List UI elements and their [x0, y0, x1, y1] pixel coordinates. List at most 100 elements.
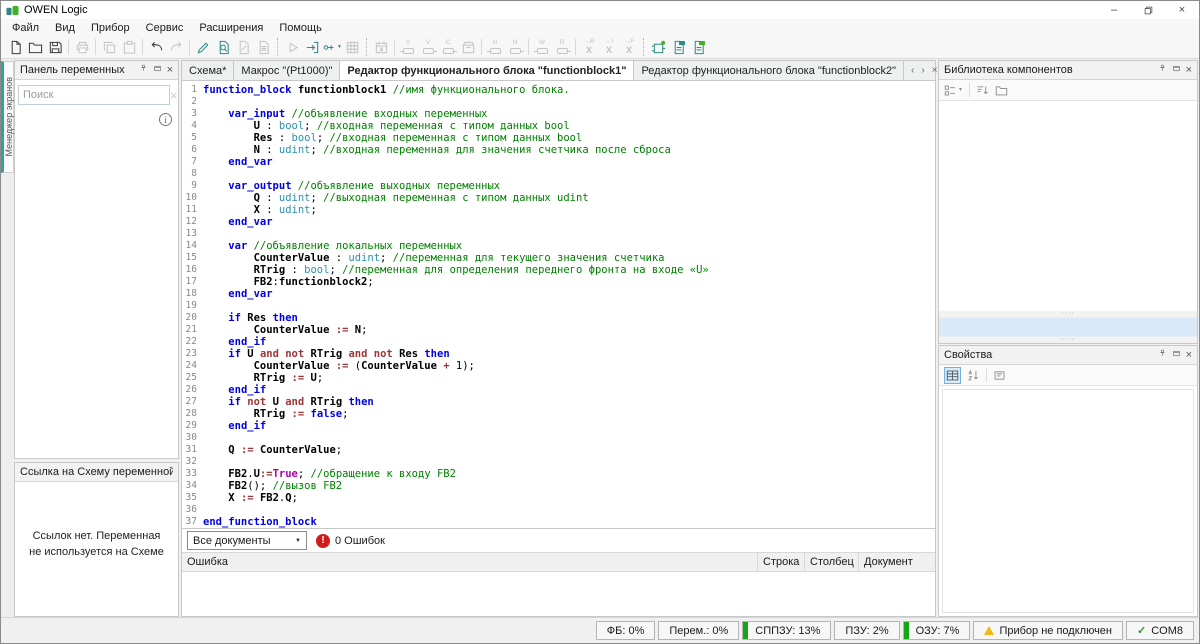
new-project-button[interactable] — [5, 37, 25, 57]
macro-editor-button[interactable] — [688, 37, 708, 57]
right-column: Библиотека компонентов × ▼ — [938, 60, 1198, 617]
close-panel-icon[interactable]: × — [1186, 351, 1192, 360]
scroll-tabs-right-icon[interactable]: › — [921, 65, 924, 76]
code-line: 19 — [182, 300, 935, 312]
status-label: ПЗУ: 2% — [845, 625, 888, 637]
toolbar-separator — [986, 368, 987, 382]
status-com-port[interactable]: ✓COM8 — [1126, 621, 1194, 640]
toolbar-separator — [189, 39, 190, 55]
code-text: CounterValue := (CounterValue + 1); — [200, 360, 475, 372]
line-number: 19 — [182, 300, 200, 312]
code-line: 33 FB2.U:=True; //обращение к входу FB2 — [182, 468, 935, 480]
categorized-view-icon[interactable] — [944, 367, 961, 384]
device-connection-button[interactable]: ▼ — [322, 37, 342, 57]
pin-icon[interactable] — [1158, 349, 1167, 361]
tab-macro-pt1000[interactable]: Макрос "(Pt1000)" — [234, 61, 340, 80]
code-line: 32 — [182, 456, 935, 468]
window-position-icon[interactable] — [1172, 349, 1181, 361]
document-filter-dropdown[interactable]: Все документы ▼ — [187, 531, 307, 550]
new-function-block-button[interactable] — [648, 37, 668, 57]
tab-fb2-editor[interactable]: Редактор функционального блока "function… — [634, 61, 904, 80]
group-by-icon[interactable]: ▼ — [944, 84, 963, 97]
st-code-editor[interactable]: 1function_block functionblock1 //имя фун… — [182, 81, 935, 528]
close-panel-icon[interactable]: × — [1186, 66, 1192, 75]
properties-grid[interactable] — [942, 389, 1194, 613]
properties-toolbar — [939, 365, 1197, 386]
function-block-editor-button[interactable] — [668, 37, 688, 57]
undo-button[interactable] — [146, 37, 166, 57]
print-button — [72, 37, 92, 57]
upload-to-device-button[interactable] — [302, 37, 322, 57]
schema-reference-header: Ссылка на Схему переменной “” — [15, 463, 178, 482]
library-selected-row[interactable] — [939, 317, 1197, 337]
menu-view[interactable]: Вид — [47, 21, 83, 35]
variables-search-input[interactable] — [18, 85, 170, 105]
errors-table-body[interactable] — [182, 572, 935, 616]
window-position-icon[interactable] — [1172, 64, 1181, 76]
errors-column-header[interactable]: Столбец — [805, 553, 859, 571]
sort-alphabetical-icon[interactable] — [967, 369, 980, 382]
edit-document-button — [233, 37, 253, 57]
pin-icon[interactable] — [1158, 64, 1167, 76]
pen-tool-button[interactable] — [193, 37, 213, 57]
menu-file[interactable]: Файл — [4, 21, 47, 35]
errors-panel: Все документы ▼ ! 0 Ошибок ОшибкаСтрокаС… — [182, 528, 935, 616]
errors-column-header[interactable]: Ошибка — [182, 553, 758, 571]
code-line: 18 end_var — [182, 288, 935, 300]
main-toolbar: ▼VVCNNWR→BX→IX→FX — [1, 36, 1199, 59]
close-button[interactable]: × — [1165, 1, 1199, 19]
line-number: 6 — [182, 144, 200, 156]
errors-column-header[interactable]: Документ — [859, 553, 935, 571]
code-line: 4 U : bool; //входная переменная с типом… — [182, 120, 935, 132]
menu-extensions[interactable]: Расширения — [191, 21, 271, 35]
pin-icon[interactable] — [139, 64, 148, 76]
code-text: RTrig : bool; //переменная для определен… — [200, 264, 709, 276]
status-ram-usage: ОЗУ: 7% — [903, 621, 971, 640]
screen-manager-tab[interactable]: Менеджер экранов — [1, 61, 14, 173]
code-line: 12 end_var — [182, 216, 935, 228]
status-label: Прибор не подключен — [999, 625, 1112, 637]
status-bar: ФБ: 0%Перем.: 0%СППЗУ: 13%ПЗУ: 2%ОЗУ: 7%… — [1, 617, 1199, 643]
library-component-list[interactable] — [939, 101, 1197, 311]
close-panel-icon[interactable]: × — [167, 66, 173, 75]
open-project-button[interactable] — [25, 37, 45, 57]
tab-scheme[interactable]: Схема* — [182, 61, 234, 80]
code-line: 28 RTrig := false; — [182, 408, 935, 420]
code-text: FB2.U:=True; //обращение к входу FB2 — [200, 468, 456, 480]
toolbar-separator — [969, 83, 970, 97]
close-tab-icon[interactable]: × — [932, 65, 938, 76]
code-text: var //объявление локальных переменных — [200, 240, 462, 252]
errors-column-header[interactable]: Строка — [758, 553, 805, 571]
tab-fb1-editor[interactable]: Редактор функционального блока "function… — [340, 61, 634, 80]
code-line: 25 RTrig := U; — [182, 372, 935, 384]
errors-table-header: ОшибкаСтрокаСтолбецДокумент — [182, 552, 935, 572]
scroll-tabs-left-icon[interactable]: ‹ — [911, 65, 914, 76]
code-line: 8 — [182, 168, 935, 180]
line-number: 35 — [182, 492, 200, 504]
clear-search-icon[interactable]: × — [170, 85, 178, 105]
code-line: 15 CounterValue : udint; //переменная дл… — [182, 252, 935, 264]
property-pages-icon — [993, 369, 1006, 382]
find-in-document-button[interactable] — [213, 37, 233, 57]
menu-device[interactable]: Прибор — [83, 21, 138, 35]
menu-help[interactable]: Помощь — [271, 21, 330, 35]
horizontal-splitter[interactable]: ···· — [939, 337, 1197, 343]
folder-icon[interactable] — [995, 84, 1008, 97]
code-text: RTrig := U; — [200, 372, 323, 384]
code-line: 36 — [182, 504, 935, 516]
code-text: RTrig := false; — [200, 408, 348, 420]
info-icon[interactable]: i — [159, 113, 172, 126]
line-number: 34 — [182, 480, 200, 492]
warning-icon — [984, 626, 994, 635]
archive-button — [458, 37, 478, 57]
code-text — [200, 456, 203, 468]
save-project-button[interactable] — [45, 37, 65, 57]
line-number: 33 — [182, 468, 200, 480]
sort-icon[interactable] — [976, 84, 989, 97]
menu-service[interactable]: Сервис — [138, 21, 192, 35]
minimize-button[interactable]: – — [1097, 1, 1131, 19]
code-text — [200, 432, 203, 444]
memory-gauge — [743, 622, 748, 639]
window-position-icon[interactable] — [153, 64, 162, 76]
restore-button[interactable] — [1131, 1, 1165, 19]
